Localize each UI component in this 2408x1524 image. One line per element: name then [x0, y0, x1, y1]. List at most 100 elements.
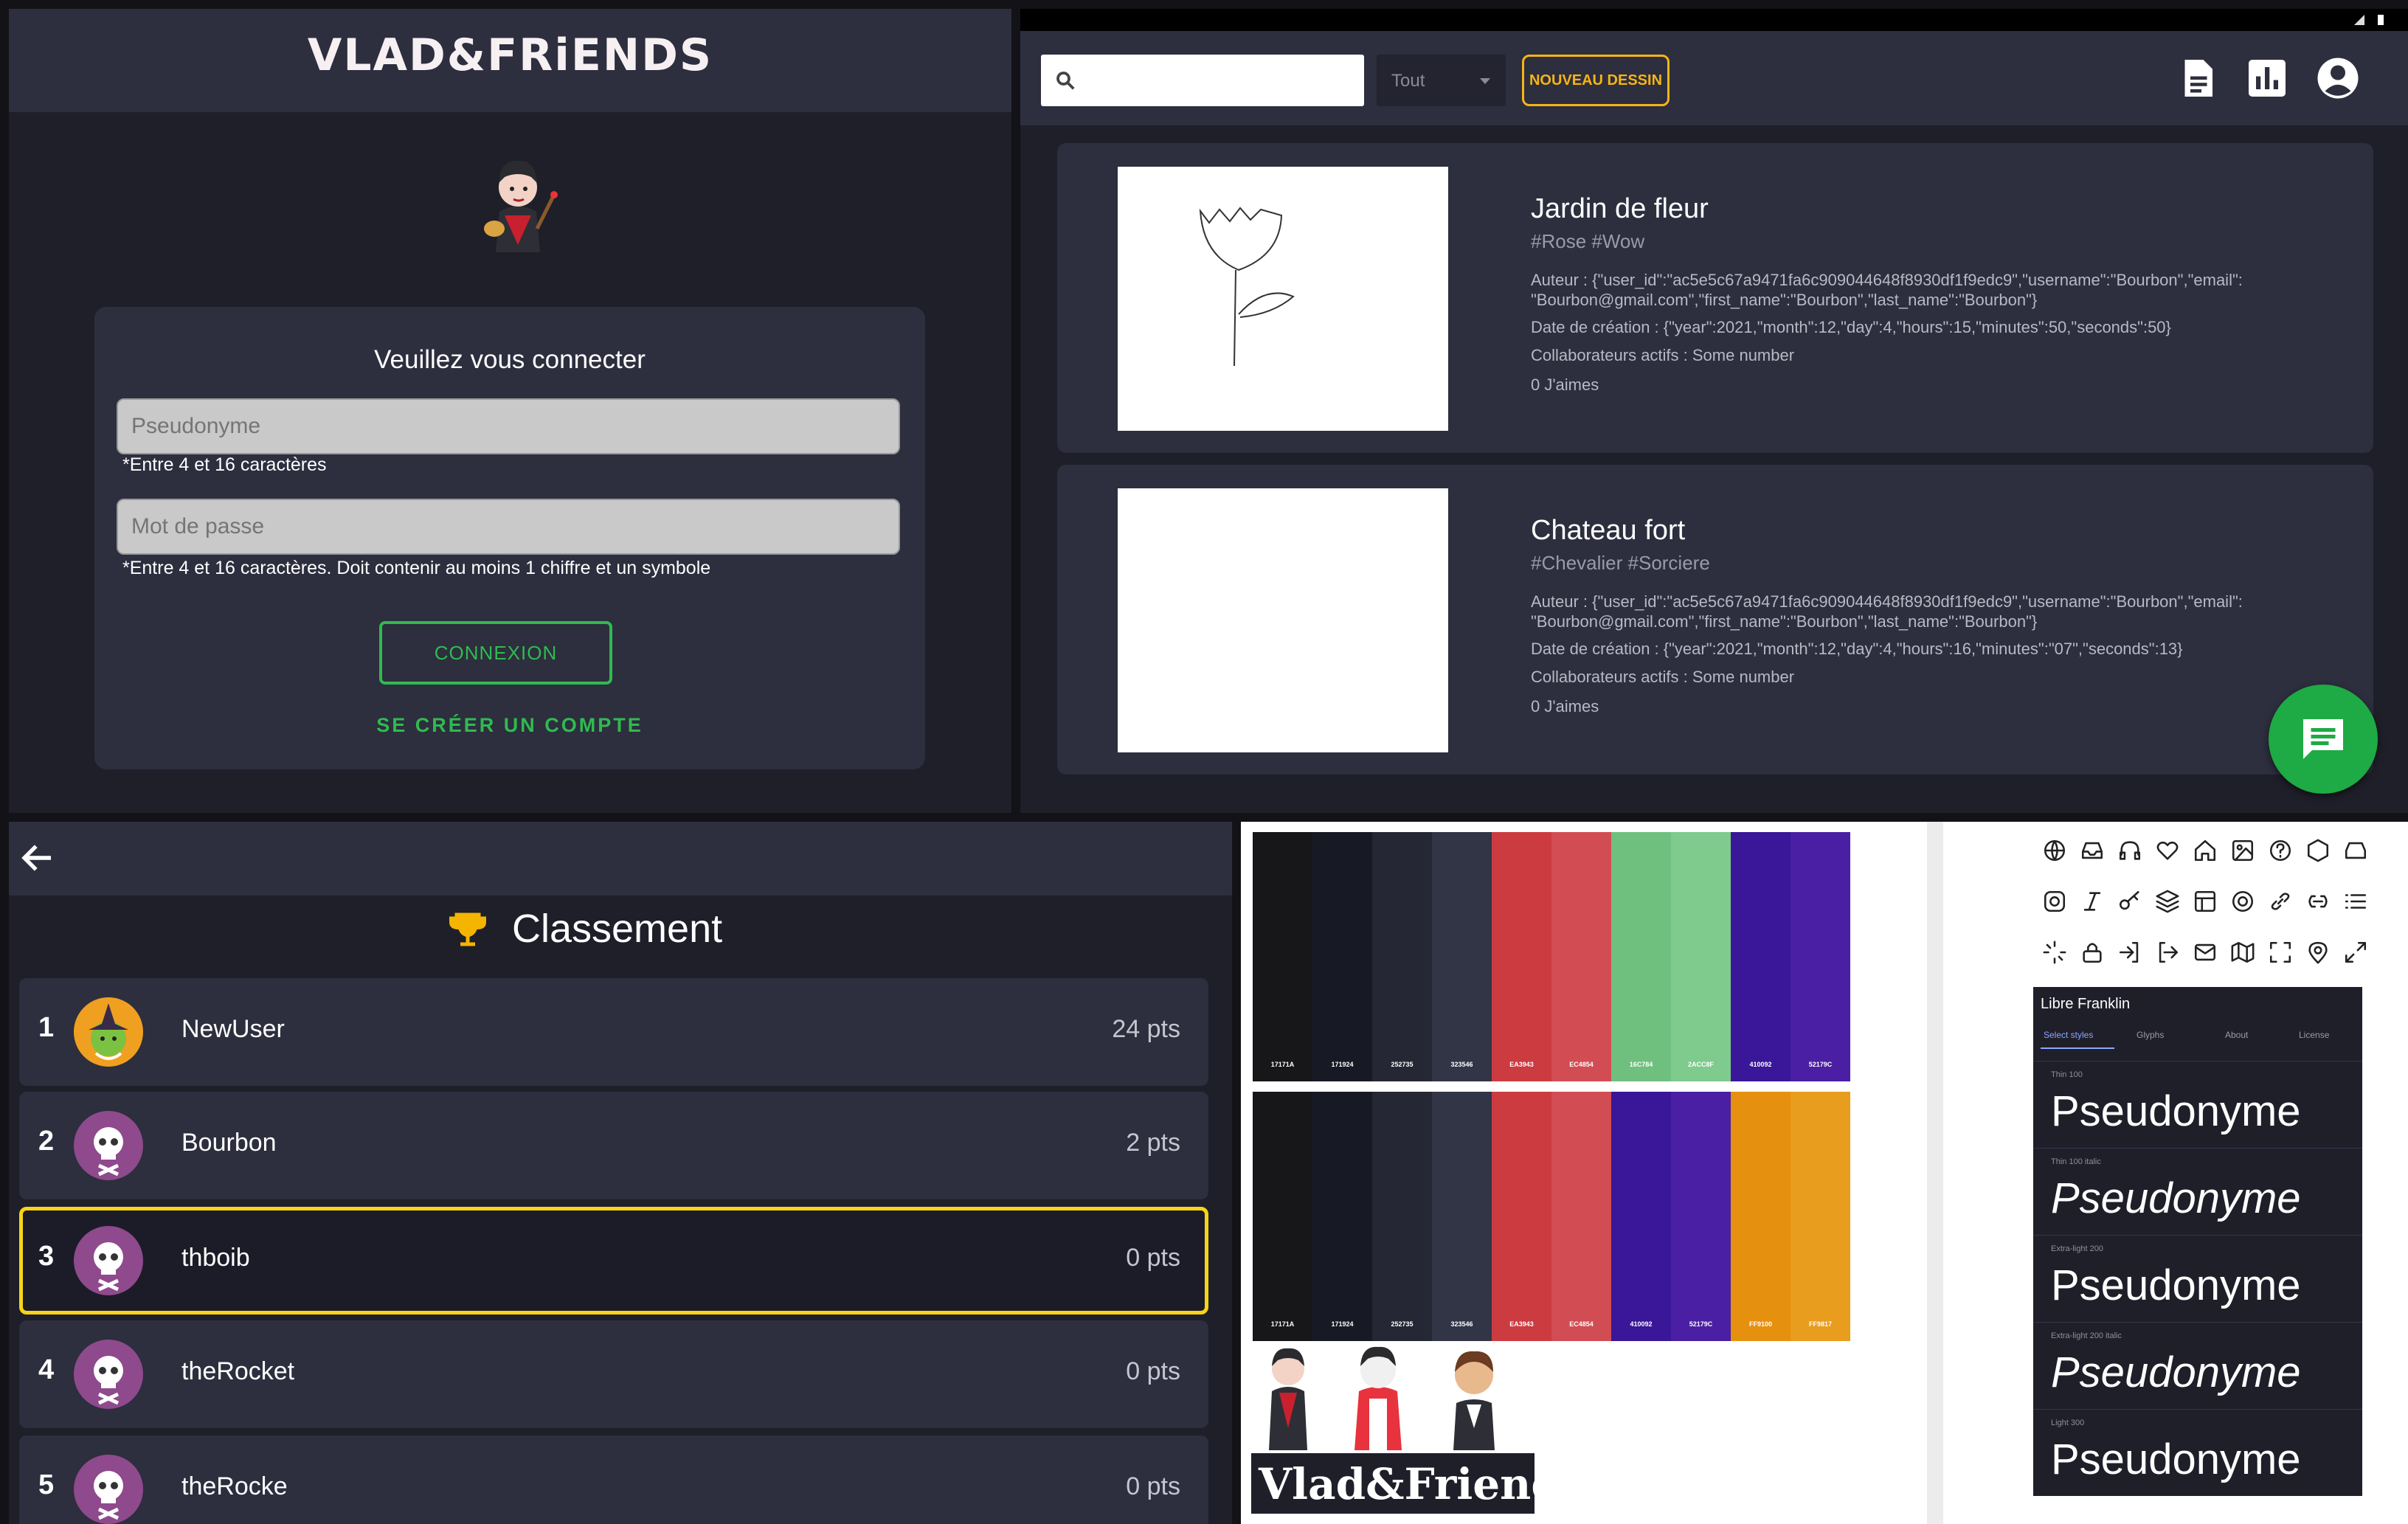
account-icon[interactable]	[2316, 56, 2360, 100]
points: 24 pts	[1112, 1015, 1180, 1043]
maximize-2-icon	[2345, 941, 2367, 963]
vampire-character-icon	[1269, 1348, 1307, 1450]
password-hint: *Entre 4 et 16 caractères. Doit contenir…	[122, 558, 711, 578]
lifebuoy-icon	[2232, 890, 2254, 912]
tab-about[interactable]: About	[2225, 1030, 2248, 1040]
witch-avatar-icon	[74, 997, 143, 1067]
heart-icon	[2156, 841, 2179, 860]
color-code: EC4854	[1569, 1061, 1594, 1068]
username: theRocke	[181, 1472, 288, 1500]
globe-icon	[2044, 839, 2066, 862]
mail-icon	[2194, 943, 2216, 961]
font-specimen-card: Libre Franklin Select styles Glyphs Abou…	[2033, 987, 2362, 1496]
character-illustrations	[1269, 1346, 1495, 1450]
map-icon	[2231, 941, 2255, 963]
color-swatch: EA3943	[1492, 1092, 1551, 1341]
drawing-thumbnail[interactable]	[1118, 167, 1448, 431]
leaderboard-row-current-user[interactable]: 3 thboib 0 pts	[19, 1207, 1208, 1315]
color-swatch: 323546	[1432, 1092, 1492, 1341]
font-style-label: Extra-light 200 italic	[2051, 1331, 2122, 1340]
login-screen: VLAD&FRiENDS Veuillez vous connecter *En…	[9, 9, 1011, 813]
password-input[interactable]	[117, 499, 900, 555]
color-swatch: FF9817	[1791, 1092, 1850, 1341]
color-code: 17171A	[1270, 1320, 1295, 1328]
drawing-likes: 0 J'aimes	[1531, 375, 1599, 394]
username-input[interactable]	[117, 398, 900, 454]
username: Bourbon	[181, 1129, 277, 1157]
image-icon	[2232, 839, 2254, 862]
man-character-icon	[1453, 1351, 1495, 1450]
points: 0 pts	[1126, 1357, 1180, 1385]
create-account-link[interactable]: SE CRÉER UN COMPTE	[94, 714, 925, 737]
mail-tray-icon	[2345, 842, 2367, 859]
new-drawing-button[interactable]: NOUVEAU DESSIN	[1522, 55, 1670, 106]
points: 2 pts	[1126, 1129, 1180, 1157]
font-sample: Extra-light 200 italic Pseudonyme	[2033, 1322, 2362, 1410]
skull-avatar-icon	[74, 1340, 143, 1409]
chat-button[interactable]	[2269, 685, 2378, 794]
tab-select-styles[interactable]: Select styles	[2044, 1030, 2093, 1040]
color-swatch: 17171A	[1253, 1092, 1312, 1341]
lock-icon	[2083, 943, 2102, 963]
drawing-collaborators: Collaborateurs actifs : Some number	[1531, 668, 1795, 686]
brand-wordmark: Vlad&Friends	[1251, 1453, 1585, 1514]
color-code: 410092	[1749, 1061, 1772, 1068]
color-code: EA3943	[1509, 1320, 1534, 1328]
font-sample: Light 300 Pseudonyme	[2033, 1409, 2362, 1497]
login-header: VLAD&FRiENDS	[9, 9, 1011, 112]
color-code: 171924	[1331, 1320, 1354, 1328]
maximize-icon	[2269, 941, 2291, 963]
vampire-mascot-icon	[484, 160, 558, 252]
color-swatch: 171924	[1312, 832, 1372, 1081]
chart-icon[interactable]	[2245, 56, 2289, 100]
list-icon	[2345, 894, 2367, 909]
tab-glyphs[interactable]: Glyphs	[2137, 1030, 2164, 1040]
hexagon-icon	[2307, 839, 2329, 862]
skull-avatar-icon	[74, 1455, 143, 1524]
color-code: 171924	[1331, 1061, 1354, 1068]
loader-icon	[2043, 941, 2066, 964]
filter-value: Tout	[1391, 71, 1425, 91]
color-swatch: EC4854	[1551, 832, 1611, 1081]
leaderboard-title: Classement	[512, 907, 723, 951]
color-code: 410092	[1630, 1320, 1653, 1328]
help-icon	[2269, 839, 2291, 862]
color-code: EA3943	[1509, 1061, 1534, 1068]
color-swatch: 17171A	[1253, 832, 1312, 1081]
font-sample-text: Pseudonyme	[2051, 1261, 2301, 1309]
chat-icon	[2303, 719, 2343, 759]
leaderboard-row[interactable]: 1 NewUser 24 pts	[19, 978, 1208, 1086]
headphones-icon	[2119, 841, 2141, 860]
gallery-screen: Tout NOUVEAU DESSIN Jardin de fleur #Ros…	[1020, 9, 2408, 813]
leaderboard-row[interactable]: 5 theRocke 0 pts	[19, 1435, 1208, 1524]
leaderboard-row[interactable]: 2 Bourbon 2 pts	[19, 1092, 1208, 1199]
search-box[interactable]	[1041, 55, 1364, 106]
drawing-thumbnail[interactable]	[1118, 488, 1448, 752]
font-sample-text: Pseudonyme	[2051, 1087, 2301, 1135]
color-swatch: 52179C	[1671, 1092, 1731, 1341]
leaderboard-row[interactable]: 4 theRocket 0 pts	[19, 1320, 1208, 1428]
log-in-icon	[2119, 941, 2139, 963]
color-swatch: 410092	[1611, 1092, 1671, 1341]
drawing-card[interactable]: Jardin de fleur #Rose #Wow Auteur : {"us…	[1057, 143, 2373, 453]
color-swatch: 252735	[1372, 1092, 1432, 1341]
link-icon	[2271, 893, 2290, 910]
document-icon[interactable]	[2176, 56, 2220, 100]
color-code: 323546	[1450, 1061, 1473, 1068]
color-swatch: EC4854	[1551, 1092, 1611, 1341]
layout-icon	[2194, 890, 2216, 912]
divider	[1927, 822, 1943, 1524]
tab-license[interactable]: License	[2299, 1030, 2329, 1040]
color-code: FF9100	[1748, 1320, 1773, 1328]
username: thboib	[181, 1244, 250, 1272]
leaderboard-screen: Classement 1 NewUser 24 pts 2 Bourbon 2 …	[9, 822, 1232, 1524]
back-arrow-icon[interactable]	[18, 838, 58, 878]
color-code: 2ACC8F	[1687, 1061, 1714, 1068]
drawing-card[interactable]: Chateau fort #Chevalier #Sorciere Auteur…	[1057, 465, 2373, 775]
color-code: 17171A	[1270, 1061, 1295, 1068]
connect-button[interactable]: CONNEXION	[379, 621, 612, 685]
filter-select[interactable]: Tout	[1377, 55, 1506, 106]
rank-number: 1	[38, 1012, 55, 1043]
rank-number: 3	[38, 1241, 55, 1272]
font-sample-text: Pseudonyme	[2051, 1348, 2301, 1396]
